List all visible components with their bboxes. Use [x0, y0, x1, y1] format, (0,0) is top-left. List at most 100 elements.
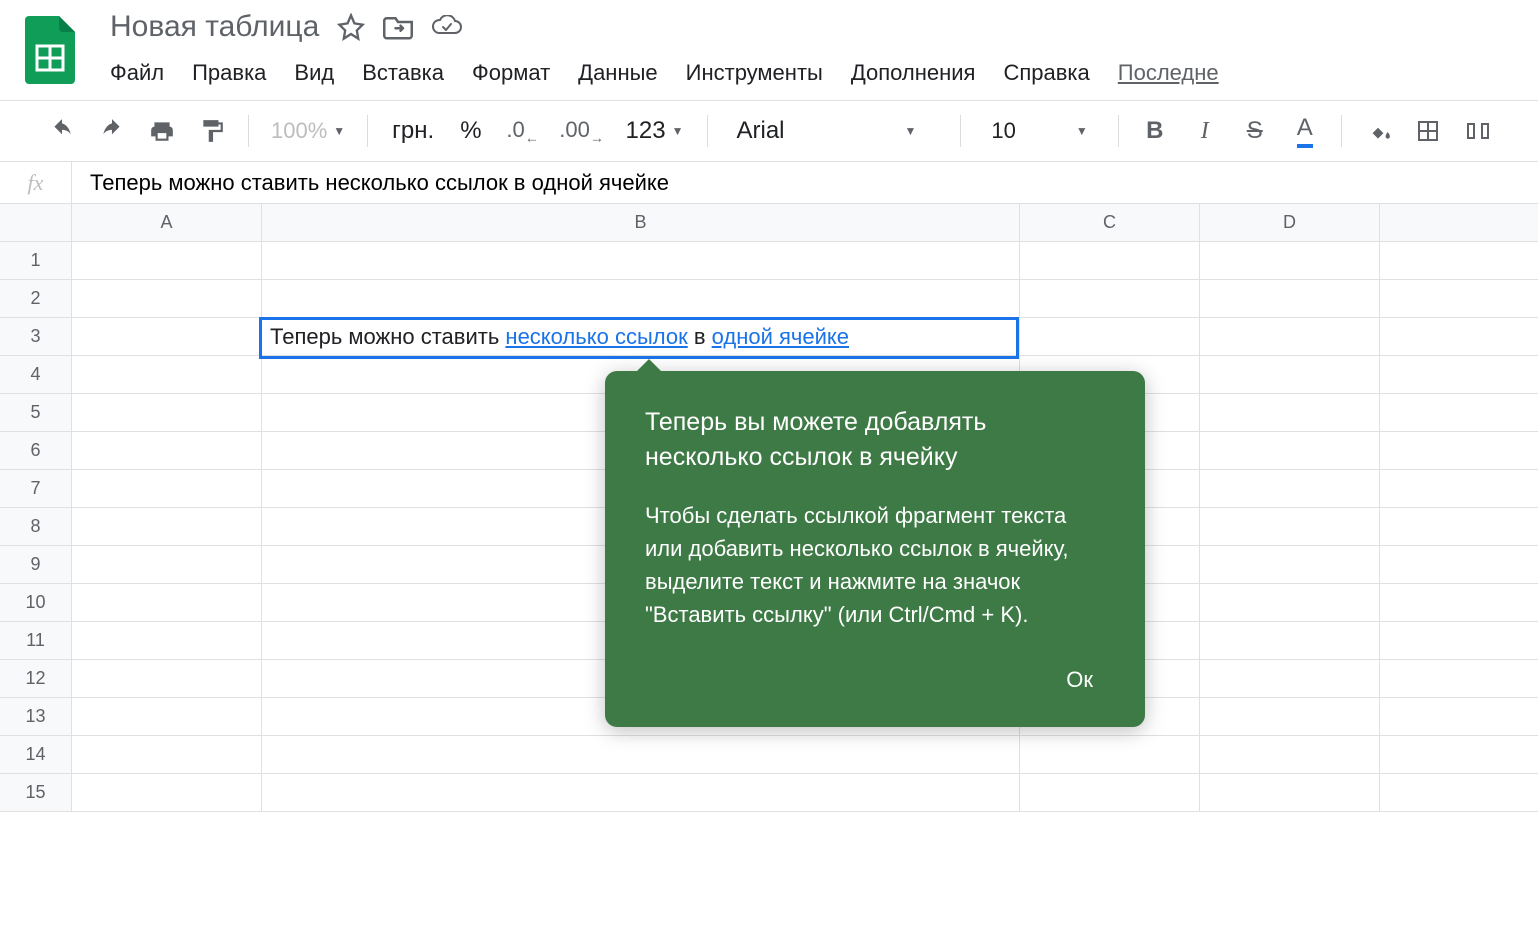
cell-A9[interactable] [72, 546, 262, 583]
column-header-D[interactable]: D [1200, 204, 1380, 241]
cell-B14[interactable] [262, 736, 1020, 773]
print-button[interactable] [140, 109, 184, 153]
cell-A6[interactable] [72, 432, 262, 469]
cell-D9[interactable] [1200, 546, 1380, 583]
italic-button[interactable]: I [1183, 109, 1227, 153]
row-header[interactable]: 3 [0, 318, 72, 355]
row-header[interactable]: 9 [0, 546, 72, 583]
menu-insert[interactable]: Вставка [362, 60, 444, 86]
row-header[interactable]: 10 [0, 584, 72, 621]
row-header[interactable]: 8 [0, 508, 72, 545]
cell-B2[interactable] [262, 280, 1020, 317]
cell-A1[interactable] [72, 242, 262, 279]
cell-A2[interactable] [72, 280, 262, 317]
cell-D14[interactable] [1200, 736, 1380, 773]
row-header[interactable]: 11 [0, 622, 72, 659]
cell-A11[interactable] [72, 622, 262, 659]
cell-D5[interactable] [1200, 394, 1380, 431]
row-header[interactable]: 1 [0, 242, 72, 279]
cell-D2[interactable] [1200, 280, 1380, 317]
cell-A4[interactable] [72, 356, 262, 393]
cell-D10[interactable] [1200, 584, 1380, 621]
cell-C2[interactable] [1020, 280, 1200, 317]
document-title[interactable]: Новая таблица [110, 10, 319, 44]
row-header[interactable]: 14 [0, 736, 72, 773]
borders-button[interactable] [1406, 109, 1450, 153]
cell-D13[interactable] [1200, 698, 1380, 735]
zoom-select[interactable]: 100% ▼ [263, 118, 353, 144]
row-header[interactable]: 12 [0, 660, 72, 697]
move-folder-icon[interactable] [383, 14, 413, 40]
paint-format-button[interactable] [190, 109, 234, 153]
cell-C1[interactable] [1020, 242, 1200, 279]
menu-format[interactable]: Формат [472, 60, 550, 86]
cell-B15[interactable] [262, 774, 1020, 811]
bold-button[interactable]: B [1133, 109, 1177, 153]
row-header[interactable]: 4 [0, 356, 72, 393]
cell-A7[interactable] [72, 470, 262, 507]
row-header[interactable]: 15 [0, 774, 72, 811]
menu-edit[interactable]: Правка [192, 60, 266, 86]
font-size-select[interactable]: 10 ▼ [975, 118, 1103, 144]
formula-input[interactable] [72, 162, 1538, 203]
cell-D12[interactable] [1200, 660, 1380, 697]
cell-D7[interactable] [1200, 470, 1380, 507]
column-header-B[interactable]: B [262, 204, 1020, 241]
cell-C14[interactable] [1020, 736, 1200, 773]
cloud-status-icon[interactable] [431, 15, 463, 39]
cell-D1[interactable] [1200, 242, 1380, 279]
cell-D6[interactable] [1200, 432, 1380, 469]
menu-file[interactable]: Файл [110, 60, 164, 86]
cell-D3[interactable] [1200, 318, 1380, 355]
menu-last-edit[interactable]: Последне [1118, 60, 1219, 86]
cell-text: Теперь можно ставить [270, 324, 505, 349]
row-header[interactable]: 6 [0, 432, 72, 469]
cell-C15[interactable] [1020, 774, 1200, 811]
link-2[interactable]: одной ячейке [712, 324, 849, 349]
star-icon[interactable] [337, 13, 365, 41]
fill-color-button[interactable] [1356, 109, 1400, 153]
menu-tools[interactable]: Инструменты [686, 60, 823, 86]
cell-A5[interactable] [72, 394, 262, 431]
cell-A12[interactable] [72, 660, 262, 697]
cell-D8[interactable] [1200, 508, 1380, 545]
link-1[interactable]: несколько ссылок [505, 324, 687, 349]
text-color-button[interactable]: A [1283, 109, 1327, 153]
currency-format-button[interactable]: грн. [382, 117, 444, 145]
number-format-select[interactable]: 123 ▼ [616, 117, 694, 145]
undo-button[interactable] [40, 109, 84, 153]
merge-cells-button[interactable] [1456, 109, 1500, 153]
column-header-A[interactable]: A [72, 204, 262, 241]
cell-D15[interactable] [1200, 774, 1380, 811]
menu-data[interactable]: Данные [578, 60, 657, 86]
select-all-corner[interactable] [0, 204, 72, 241]
cell-B3[interactable]: Теперь можно ставить несколько ссылок в … [262, 318, 1020, 355]
row-header[interactable]: 5 [0, 394, 72, 431]
cell-A10[interactable] [72, 584, 262, 621]
cell-A13[interactable] [72, 698, 262, 735]
menu-addons[interactable]: Дополнения [851, 60, 976, 86]
row-header[interactable]: 2 [0, 280, 72, 317]
sheets-logo[interactable] [20, 10, 80, 90]
tooltip-ok-button[interactable]: Ок [645, 661, 1105, 699]
menu-view[interactable]: Вид [294, 60, 334, 86]
cell-A15[interactable] [72, 774, 262, 811]
cell-D4[interactable] [1200, 356, 1380, 393]
cell-B1[interactable] [262, 242, 1020, 279]
cell-D11[interactable] [1200, 622, 1380, 659]
decrease-decimal-button[interactable]: .0← [498, 109, 548, 153]
cell-A3[interactable] [72, 318, 262, 355]
font-family-select[interactable]: Arial ▼ [722, 117, 946, 145]
cell-C3[interactable] [1020, 318, 1200, 355]
increase-decimal-button[interactable]: .00→ [554, 109, 610, 153]
strikethrough-button[interactable]: S [1233, 109, 1277, 153]
cell-A8[interactable] [72, 508, 262, 545]
cell-A14[interactable] [72, 736, 262, 773]
row-header[interactable]: 7 [0, 470, 72, 507]
row-header[interactable]: 13 [0, 698, 72, 735]
titlebar: Новая таблица Файл Правка Вид Вставка Фо… [0, 0, 1538, 100]
column-header-C[interactable]: C [1020, 204, 1200, 241]
redo-button[interactable] [90, 109, 134, 153]
percent-format-button[interactable]: % [450, 117, 491, 145]
menu-help[interactable]: Справка [1003, 60, 1089, 86]
